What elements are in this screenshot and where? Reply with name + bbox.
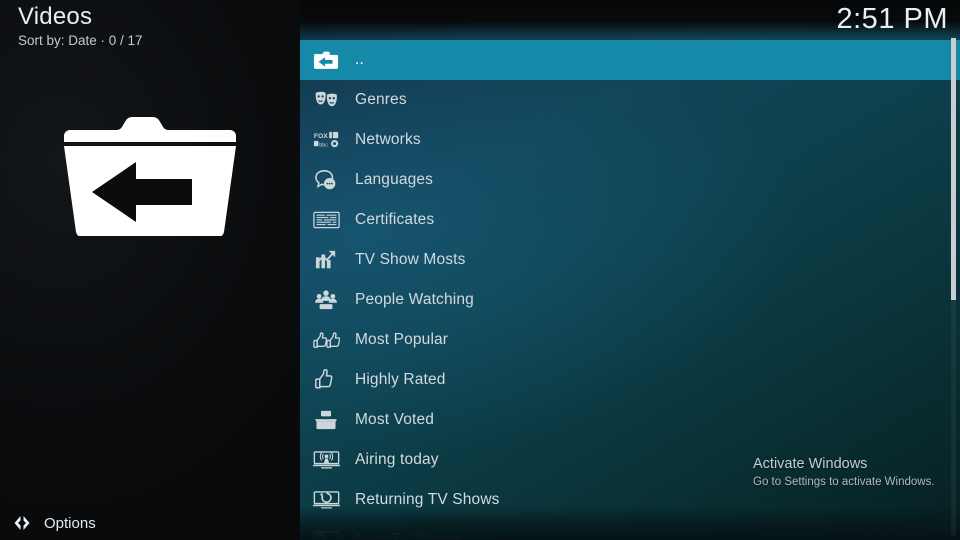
list-item-label: Languages (355, 171, 434, 188)
list-item-label: People Watching (355, 291, 474, 308)
network-logos-icon: FOX bbc (309, 126, 343, 154)
folder-back-icon (309, 46, 343, 74)
options-label: Options (44, 514, 96, 532)
svg-text:bbc: bbc (319, 142, 328, 148)
thumbs-up-icon (309, 366, 343, 394)
list-item[interactable]: Languages (300, 160, 960, 200)
tv-broadcast-icon (309, 446, 343, 474)
tv-refresh-icon (309, 486, 343, 514)
scrollbar-thumb[interactable] (951, 38, 956, 300)
tv-new-icon (309, 526, 343, 540)
windows-activation-watermark: Activate Windows Go to Settings to activ… (753, 455, 935, 490)
list-item[interactable]: Most Popular (300, 320, 960, 360)
list-item-label: Genres (355, 91, 407, 108)
list-item-label: Certificates (355, 211, 435, 228)
certificate-icon (309, 206, 343, 234)
list-item[interactable]: Highly Rated (300, 360, 960, 400)
list-item-label: Networks (355, 131, 421, 148)
list-item[interactable]: FOX bbc Networks (300, 120, 960, 160)
list-item[interactable]: New TV Shows (300, 520, 960, 540)
list-item[interactable]: .. (300, 40, 960, 80)
two-thumbs-up-icon (309, 326, 343, 354)
list-item[interactable]: TV Show Mosts (300, 240, 960, 280)
sort-status-label: Sort by: Date · 0 / 17 (18, 33, 143, 48)
list-item-label: Highly Rated (355, 371, 446, 388)
list-item-label: Most Popular (355, 331, 449, 348)
page-header: Videos Sort by: Date · 0 / 17 (18, 3, 143, 50)
list-item-label: .. (355, 51, 364, 68)
people-group-icon (309, 286, 343, 314)
list-item-label: Airing today (355, 451, 439, 468)
list-item-label: Most Voted (355, 411, 435, 428)
ballot-box-icon (309, 406, 343, 434)
left-right-arrows-icon (12, 513, 32, 533)
list-item[interactable]: Most Voted (300, 400, 960, 440)
list-item[interactable]: Genres (300, 80, 960, 120)
kodi-window: Videos Sort by: Date · 0 / 17 Options 2:… (0, 0, 960, 540)
page-title: Videos (18, 3, 93, 30)
svg-text:FOX: FOX (313, 133, 327, 140)
list-item-label: New TV Shows (355, 531, 463, 540)
folder-back-icon (62, 108, 238, 236)
speech-bubble-icon (309, 166, 343, 194)
watermark-subtitle: Go to Settings to activate Windows. (753, 476, 935, 488)
list-item[interactable]: People Watching (300, 280, 960, 320)
clock: 2:51 PM (836, 3, 948, 35)
list-item-label: Returning TV Shows (355, 491, 500, 508)
bar-chart-up-icon (309, 246, 343, 274)
list-item-label: TV Show Mosts (355, 251, 466, 268)
watermark-title: Activate Windows (753, 456, 868, 472)
list-item[interactable]: Certificates (300, 200, 960, 240)
sidebar-panel: Videos Sort by: Date · 0 / 17 Options (0, 0, 300, 540)
options-button[interactable]: Options (12, 513, 96, 533)
theater-masks-icon (309, 86, 343, 114)
